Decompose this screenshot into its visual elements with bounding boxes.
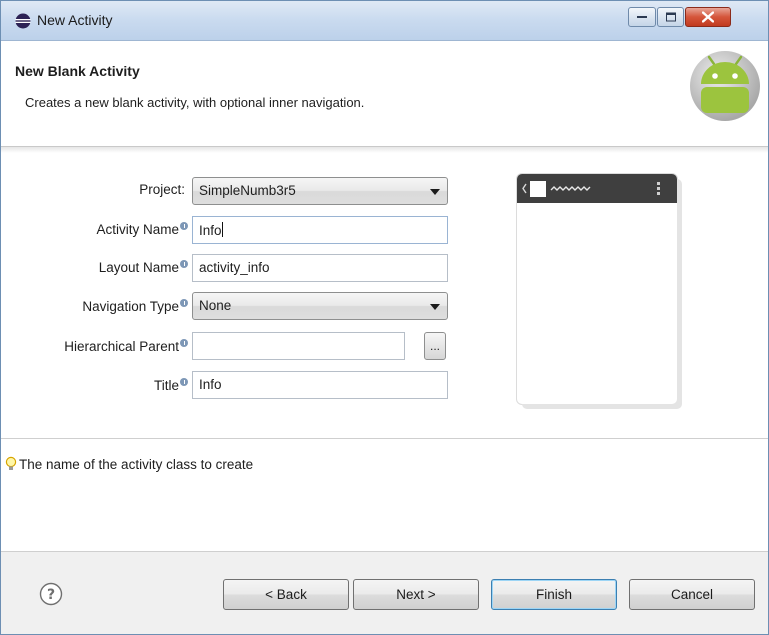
title-bar[interactable]: New Activity	[1, 1, 768, 41]
layout-name-label: Layout Name	[99, 260, 188, 275]
project-value: SimpleNumb3r5	[199, 183, 296, 198]
new-activity-window: New Activity New Blank Activity Creates …	[0, 0, 769, 635]
navigation-type-combo[interactable]: None	[192, 292, 448, 320]
info-icon	[180, 299, 188, 307]
text-cursor	[221, 222, 223, 237]
title-value: Info	[199, 377, 222, 392]
project-combo[interactable]: SimpleNumb3r5	[192, 177, 448, 205]
cancel-button[interactable]: Cancel	[629, 579, 755, 610]
layout-name-value: activity_info	[199, 260, 270, 275]
hint-text: The name of the activity class to create	[19, 457, 254, 472]
page-title: New Blank Activity	[15, 63, 140, 79]
navigation-type-label: Navigation Type	[82, 299, 188, 314]
layout-name-input[interactable]: activity_info	[192, 254, 448, 282]
info-icon	[180, 222, 188, 230]
back-button[interactable]: < Back	[223, 579, 349, 610]
title-input[interactable]: Info	[192, 371, 448, 399]
eclipse-icon	[15, 13, 31, 29]
button-bar: ? < Back Next > Finish Cancel	[1, 552, 768, 634]
activity-name-value: Info	[199, 223, 222, 238]
activity-name-input[interactable]: Info	[192, 216, 448, 244]
action-bar-preview	[517, 174, 677, 203]
maximize-button[interactable]	[657, 7, 684, 27]
hierarchical-parent-label: Hierarchical Parent	[64, 339, 188, 354]
chevron-down-icon	[430, 189, 440, 195]
help-icon[interactable]: ?	[39, 582, 63, 606]
navigation-type-value: None	[199, 298, 232, 313]
hint-message: The name of the activity class to create	[5, 453, 253, 472]
title-label: Title	[154, 378, 188, 393]
layout-preview	[517, 174, 677, 404]
chevron-down-icon	[430, 304, 440, 310]
minimize-icon	[637, 16, 647, 18]
minimize-button[interactable]	[628, 7, 656, 27]
wizard-header: New Blank Activity Creates a new blank a…	[1, 42, 768, 147]
page-description: Creates a new blank activity, with optio…	[25, 95, 365, 110]
browse-parent-button[interactable]: ...	[424, 332, 446, 360]
form-separator	[1, 438, 768, 439]
info-icon	[180, 339, 188, 347]
header-shadow	[1, 147, 768, 153]
lightbulb-icon	[5, 456, 17, 470]
info-icon	[180, 378, 188, 386]
finish-button[interactable]: Finish	[491, 579, 617, 610]
project-label: Project:	[139, 182, 185, 197]
maximize-icon	[665, 12, 676, 22]
close-icon	[702, 11, 714, 23]
window-title: New Activity	[37, 12, 113, 28]
android-logo	[690, 51, 760, 121]
close-button[interactable]	[685, 7, 731, 27]
hierarchical-parent-input[interactable]	[192, 332, 405, 360]
svg-text:?: ?	[47, 587, 55, 603]
info-icon	[180, 260, 188, 268]
action-bar-glyphs	[522, 181, 660, 197]
activity-name-label: Activity Name	[96, 222, 188, 237]
next-button[interactable]: Next >	[353, 579, 479, 610]
